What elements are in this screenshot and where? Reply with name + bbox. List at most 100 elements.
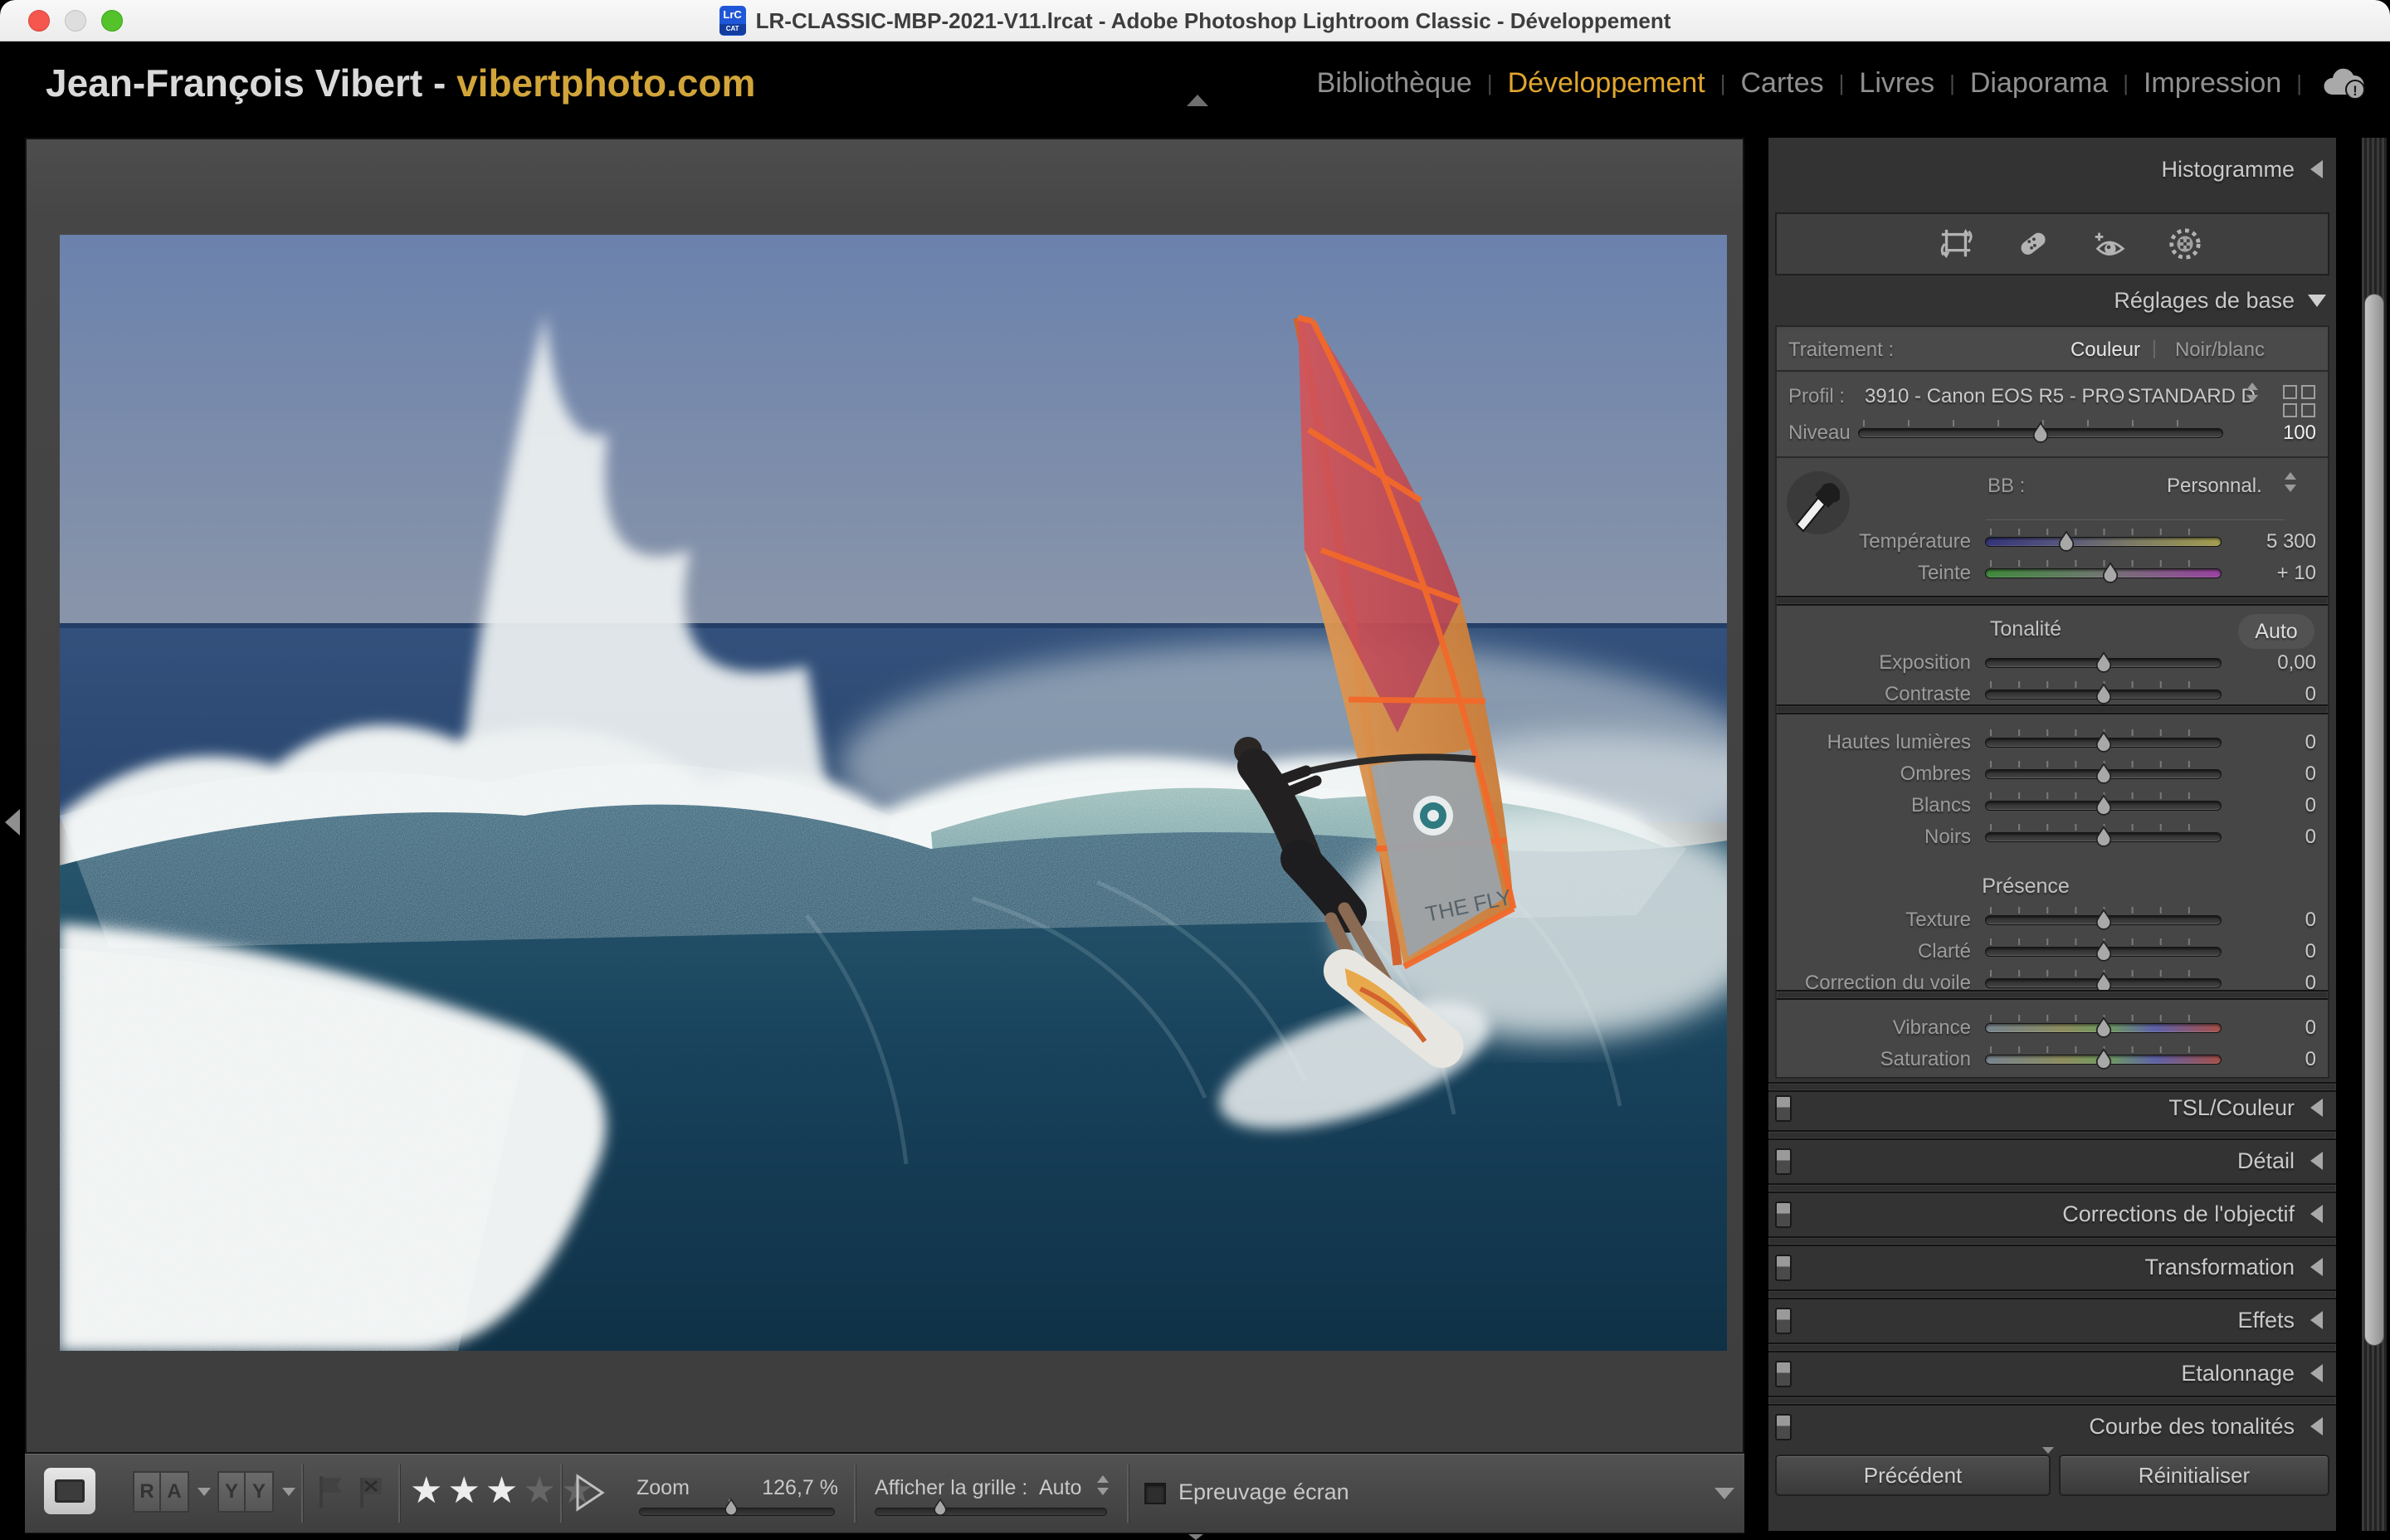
slider-thumb[interactable] [2095,731,2113,756]
slider-value[interactable]: 0 [2225,763,2316,786]
red-eye-tool-icon[interactable] [2091,227,2126,261]
identity-plate: Jean-François Vibert - vibertphoto.com [46,41,755,124]
slider-value[interactable]: 0 [2225,909,2316,932]
module-tab-développement[interactable]: Développement [1508,67,1705,100]
slider-value[interactable]: 0 [2225,731,2316,754]
profile-grid-icon[interactable] [2283,385,2316,418]
amount-label: Niveau [1788,422,1851,445]
treatment-bw-option[interactable]: Noir/blanc [2175,339,2265,362]
module-tab-impression[interactable]: Impression [2144,67,2281,100]
soft-proofing-checkbox[interactable] [1144,1483,1166,1504]
panel-toggle-switch[interactable] [1775,1201,1792,1228]
slider-value[interactable]: 0,00 [2225,651,2316,675]
before-after-left[interactable]: Y [217,1471,246,1513]
slider-track[interactable] [1985,537,2222,547]
toolbar-options-arrow-icon[interactable] [1714,1488,1734,1499]
healing-brush-icon[interactable] [2015,227,2050,261]
photo-windsurfer[interactable]: THE FLY [60,235,1727,1351]
treatment-color-option[interactable]: Couleur [2071,339,2140,362]
panel-toggle-switch[interactable] [1775,1255,1792,1281]
profile-value[interactable]: 3910 - Canon EOS R5 - PRO [1865,385,2124,408]
slider-value[interactable]: 0 [2225,1016,2316,1040]
module-tab-bibliothèque[interactable]: Bibliothèque [1317,67,1472,100]
top-panel-collapse-arrow-icon[interactable] [1187,95,1208,106]
module-tab-diaporama[interactable]: Diaporama [1970,67,2108,100]
wb-value[interactable]: Personnal. [2167,475,2262,498]
stepper-icon[interactable] [2246,382,2258,403]
reference-view-icon[interactable]: R A [133,1471,211,1513]
panel-header-transformation[interactable]: Transformation [1768,1246,2336,1289]
reject-flag-icon[interactable] [357,1474,385,1508]
zoom-value[interactable]: 126,7 % [739,1476,838,1500]
panel-header-tsl-couleur[interactable]: TSL/Couleur [1768,1087,2336,1130]
grid-value[interactable]: Auto [1039,1476,1081,1500]
slider-thumb[interactable] [2095,826,2113,850]
histogram-header[interactable]: Histogramme [1768,148,2336,191]
slider-thumb[interactable] [2095,1016,2113,1041]
slider-value[interactable]: 0 [2225,940,2316,963]
slider-label: Température [1777,530,1971,553]
slider-thumb[interactable] [2095,651,2113,676]
divider [1777,990,2328,1000]
basic-panel-header[interactable]: Réglages de base [1768,279,2336,322]
scrollbar-thumb[interactable] [2364,294,2384,1346]
left-panel-expand-arrow-icon[interactable] [5,809,20,836]
panel-header-etalonnage[interactable]: Etalonnage [1768,1352,2336,1396]
grid-slider[interactable] [875,1508,1107,1516]
star-1[interactable]: ★ [410,1470,447,1511]
panel-header-d-tail[interactable]: Détail [1768,1140,2336,1183]
slider-thumb[interactable] [2095,794,2113,819]
panel-scrollbar[interactable] [2362,138,2387,1531]
slider-value[interactable]: 0 [2225,1048,2316,1071]
amount-slider-thumb[interactable] [2032,422,2050,446]
chevron-down-icon[interactable] [198,1488,211,1496]
panel-toggle-switch[interactable] [1775,1414,1792,1440]
sync-cloud-alert-icon[interactable]: ! [2320,66,2368,100]
masking-tool-icon[interactable] [2168,227,2202,261]
profile-variant[interactable]: - STANDARD D [2115,385,2256,408]
module-tab-livres[interactable]: Livres [1859,67,1934,100]
slider-value[interactable]: 0 [2225,794,2316,817]
svg-text:!: ! [2353,83,2358,99]
reference-view-left[interactable]: R [133,1471,161,1513]
slider-value[interactable]: 5 300 [2225,530,2316,553]
before-after-view-icon[interactable]: Y Y [217,1471,295,1513]
stepper-icon[interactable] [2285,471,2296,493]
zoom-slider-thumb[interactable] [724,1498,739,1519]
slider-thumb[interactable] [2095,763,2113,787]
star-rating[interactable]: ★★★★★ [410,1469,598,1512]
star-3[interactable]: ★ [485,1470,523,1511]
crop-tool-icon[interactable] [1939,227,1973,261]
amount-value[interactable]: 100 [2225,422,2316,445]
chevron-down-icon[interactable] [282,1488,295,1496]
slider-value[interactable]: 0 [2225,826,2316,849]
panel-toggle-switch[interactable] [1775,1148,1792,1175]
auto-tone-button[interactable]: Auto [2238,614,2314,649]
slider-thumb[interactable] [2095,1048,2113,1073]
slider-thumb[interactable] [2095,909,2113,933]
star-2[interactable]: ★ [447,1470,485,1511]
reset-button[interactable]: Réinitialiser [2059,1455,2329,1496]
slider-value[interactable]: + 10 [2225,562,2316,585]
reference-view-right[interactable]: A [161,1471,189,1513]
slider-value[interactable]: 0 [2225,683,2316,706]
stepper-icon[interactable] [1097,1474,1109,1496]
panel-header-corrections-de-l-objectif[interactable]: Corrections de l'objectif [1768,1193,2336,1236]
panel-toggle-switch[interactable] [1775,1361,1792,1387]
panel-toggle-switch[interactable] [1775,1308,1792,1334]
grid-slider-thumb[interactable] [933,1498,948,1519]
slider-thumb[interactable] [2095,940,2113,965]
slider-thumb[interactable] [2057,530,2075,555]
star-4[interactable]: ★ [523,1470,560,1511]
before-after-right[interactable]: Y [246,1471,274,1513]
loupe-view-icon[interactable] [44,1468,95,1514]
panel-header-courbe-des-tonalit-s[interactable]: Courbe des tonalités [1768,1406,2336,1449]
previous-button[interactable]: Précédent [1775,1455,2051,1496]
panel-toggle-switch[interactable] [1775,1095,1792,1122]
panel-header-effets[interactable]: Effets [1768,1299,2336,1343]
impromptu-slideshow-icon[interactable] [573,1473,606,1513]
module-tab-cartes[interactable]: Cartes [1741,67,1824,100]
pick-flag-icon[interactable] [317,1474,345,1508]
bottom-panel-expand-arrow-icon[interactable] [1188,1534,1203,1540]
slider-thumb[interactable] [2101,562,2119,587]
